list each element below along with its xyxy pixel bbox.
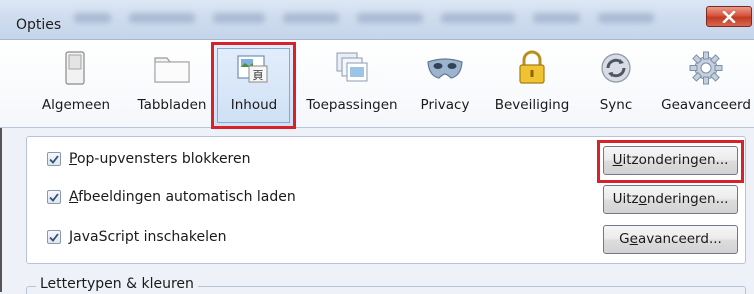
javascript-checkbox[interactable] xyxy=(47,230,61,244)
fonts-colors-legend: Lettertypen & kleuren xyxy=(36,276,198,292)
sync-icon xyxy=(601,53,631,83)
title-bar: Opties xyxy=(0,0,754,40)
auto-load-images-option[interactable]: Afbeeldingen automatisch laden xyxy=(47,189,296,205)
auto-load-images-checkbox[interactable] xyxy=(47,190,61,204)
checkmark-icon xyxy=(49,192,59,202)
folder-tabs-icon xyxy=(154,57,190,83)
javascript-option[interactable]: JavaScript inschakelen xyxy=(47,229,226,245)
mask-icon xyxy=(427,58,463,79)
blurred-background-window xyxy=(74,13,654,25)
close-button[interactable] xyxy=(706,6,752,27)
gear-icon xyxy=(689,51,723,85)
close-icon xyxy=(722,10,736,23)
javascript-label: JavaScript inschakelen xyxy=(69,229,227,245)
content-page-icon: 頁 xyxy=(237,55,268,83)
auto-load-images-label: Afbeeldingen automatisch laden xyxy=(69,189,296,205)
popup-block-checkbox[interactable] xyxy=(47,152,61,166)
popup-block-label: Pop-upvensters blokkeren xyxy=(69,151,251,167)
category-toolbar xyxy=(0,40,754,128)
tab-privacy-label: Privacy xyxy=(420,97,470,113)
tab-inhoud-label: Inhoud xyxy=(230,97,278,113)
switch-icon xyxy=(65,51,85,85)
tab-tabbladen-label: Tabbladen xyxy=(137,97,207,113)
tab-toepassingen-label: Toepassingen xyxy=(306,97,398,113)
tab-beveiliging-label: Beveiliging xyxy=(494,97,570,113)
popup-block-option[interactable]: Pop-upvensters blokkeren xyxy=(47,151,251,167)
tab-sync-label: Sync xyxy=(599,97,633,113)
checkmark-icon xyxy=(49,154,59,164)
window-title: Opties xyxy=(16,17,62,33)
javascript-advanced-button[interactable]: Geavanceerd... xyxy=(603,225,738,254)
tab-geavanceerd-label: Geavanceerd xyxy=(661,97,751,113)
checkmark-icon xyxy=(49,232,59,242)
svg-text:頁: 頁 xyxy=(253,69,264,82)
popup-exceptions-button[interactable]: Uitzonderingen... xyxy=(603,146,738,175)
tab-algemeen-label: Algemeen xyxy=(41,97,111,113)
images-exceptions-button[interactable]: Uitzonderingen... xyxy=(603,185,738,214)
padlock-icon xyxy=(519,50,545,84)
window-left-edge xyxy=(0,128,2,292)
applications-icon xyxy=(336,52,368,82)
